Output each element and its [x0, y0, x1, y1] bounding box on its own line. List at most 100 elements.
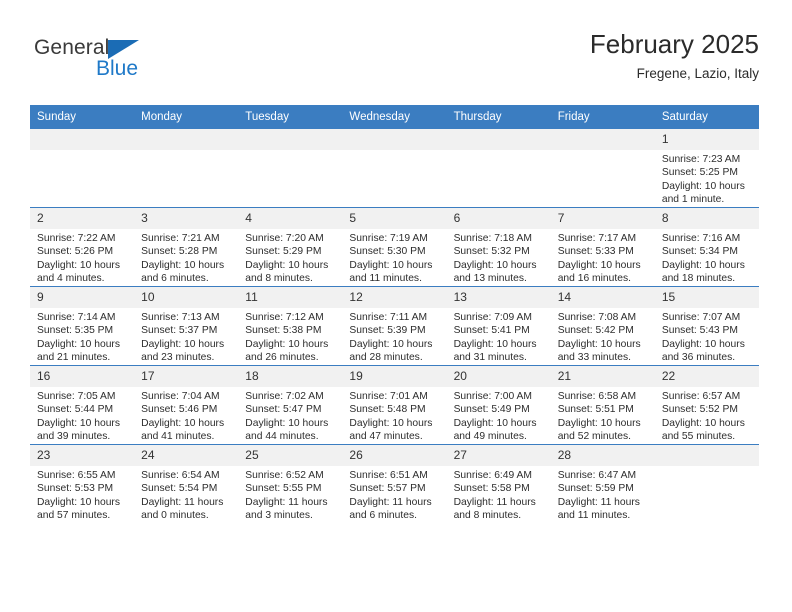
day-detail-sunrise: Sunrise: 7:20 AM	[245, 233, 324, 244]
calendar-day-cell[interactable]: 28 Sunrise: 6:47 AM Sunset: 5:59 PM Dayligh…	[550, 444, 655, 523]
day-number: 16	[30, 366, 135, 387]
day-number: 20	[446, 366, 551, 387]
day-number	[446, 129, 551, 150]
day-detail-sunset: Sunset: 5:43 PM	[661, 325, 738, 337]
day-detail-sunrise: Sunrise: 7:14 AM	[37, 312, 116, 323]
calendar-day-cell[interactable]: 17 Sunrise: 7:04 AM Sunset: 5:46 PM Dayligh…	[134, 365, 239, 445]
day-detail-sunset: Sunset: 5:52 PM	[661, 404, 738, 416]
day-detail-sunset: Sunset: 5:33 PM	[557, 246, 634, 258]
calendar-day-cell[interactable]: 22 Sunrise: 6:57 AM Sunset: 5:52 PM Dayligh…	[654, 365, 759, 445]
day-detail-daylight2: and 16 minutes.	[557, 273, 631, 285]
day-details: Sunrise: 6:49 AM Sunset: 5:58 PM Daylight:…	[447, 466, 551, 523]
day-detail-sunset: Sunset: 5:37 PM	[141, 325, 218, 337]
calendar-week-row: 16 Sunrise: 7:05 AM Sunset: 5:44 PM Dayligh…	[30, 365, 759, 445]
day-details: Sunrise: 6:47 AM Sunset: 5:59 PM Daylight:…	[551, 466, 655, 523]
day-detail-daylight2: and 8 minutes.	[453, 510, 522, 522]
calendar-day-cell[interactable]: 1 Sunrise: 7:23 AM Sunset: 5:25 PM Daylight…	[654, 128, 759, 208]
day-detail-daylight1: Daylight: 10 hours	[245, 338, 329, 350]
day-detail-sunset: Sunset: 5:39 PM	[349, 325, 426, 337]
day-details: Sunrise: 7:02 AM Sunset: 5:47 PM Daylight:…	[238, 387, 342, 444]
day-detail-sunset: Sunset: 5:35 PM	[37, 325, 114, 337]
calendar-day-cell[interactable]: 7 Sunrise: 7:17 AM Sunset: 5:33 PM Daylight…	[550, 207, 655, 287]
day-number: 1	[654, 129, 759, 150]
day-detail-sunrise: Sunrise: 7:22 AM	[37, 233, 116, 244]
calendar-day-cell[interactable]: 19 Sunrise: 7:01 AM Sunset: 5:48 PM Dayligh…	[342, 365, 447, 445]
day-detail-sunrise: Sunrise: 6:54 AM	[141, 470, 220, 481]
day-number: 19	[342, 366, 447, 387]
calendar-day-cell[interactable]: 10 Sunrise: 7:13 AM Sunset: 5:37 PM Dayligh…	[134, 286, 239, 366]
day-number: 7	[550, 208, 655, 229]
day-detail-sunset: Sunset: 5:55 PM	[245, 483, 322, 495]
day-details: Sunrise: 7:17 AM Sunset: 5:33 PM Daylight:…	[551, 229, 655, 286]
day-detail-daylight2: and 11 minutes.	[349, 273, 422, 285]
day-number: 3	[134, 208, 239, 229]
day-detail-sunrise: Sunrise: 7:09 AM	[453, 312, 532, 323]
day-details: Sunrise: 7:00 AM Sunset: 5:49 PM Daylight:…	[447, 387, 551, 444]
calendar-day-cell[interactable]: 24 Sunrise: 6:54 AM Sunset: 5:54 PM Dayligh…	[134, 444, 239, 523]
calendar-day-cell[interactable]: 26 Sunrise: 6:51 AM Sunset: 5:57 PM Dayligh…	[342, 444, 447, 523]
page-subtitle: Fregene, Lazio, Italy	[636, 66, 759, 81]
day-detail-sunrise: Sunrise: 6:58 AM	[557, 391, 637, 402]
day-detail-daylight1: Daylight: 10 hours	[37, 259, 120, 271]
day-number: 2	[30, 208, 135, 229]
calendar-day-cell[interactable]: 4 Sunrise: 7:20 AM Sunset: 5:29 PM Daylight…	[238, 207, 343, 287]
day-detail-sunset: Sunset: 5:48 PM	[349, 404, 426, 416]
calendar-day-cell[interactable]: 21 Sunrise: 6:58 AM Sunset: 5:51 PM Dayligh…	[550, 365, 655, 445]
calendar-day-cell[interactable]: 3 Sunrise: 7:21 AM Sunset: 5:28 PM Daylight…	[134, 207, 239, 287]
weekday-header-tuesday: Tuesday	[238, 105, 343, 129]
day-detail-sunset: Sunset: 5:53 PM	[37, 483, 114, 495]
day-detail-daylight1: Daylight: 10 hours	[661, 338, 745, 350]
calendar-day-cell[interactable]: 15 Sunrise: 7:07 AM Sunset: 5:43 PM Dayligh…	[654, 286, 759, 366]
day-detail-daylight1: Daylight: 11 hours	[557, 496, 640, 508]
day-number: 13	[446, 287, 551, 308]
day-detail-daylight2: and 1 minute.	[661, 194, 725, 206]
day-detail-daylight1: Daylight: 11 hours	[245, 496, 328, 508]
calendar-header-row: Sunday Monday Tuesday Wednesday Thursday…	[30, 105, 759, 129]
calendar-day-cell[interactable]: 8 Sunrise: 7:16 AM Sunset: 5:34 PM Daylight…	[654, 207, 759, 287]
day-detail-daylight2: and 4 minutes.	[37, 273, 105, 285]
calendar-day-cell[interactable]: 27 Sunrise: 6:49 AM Sunset: 5:58 PM Dayligh…	[446, 444, 551, 523]
day-details: Sunrise: 6:58 AM Sunset: 5:51 PM Daylight:…	[551, 387, 655, 444]
day-detail-daylight1: Daylight: 10 hours	[453, 417, 537, 429]
day-detail-sunrise: Sunrise: 7:17 AM	[557, 233, 637, 244]
calendar-day-cell[interactable]: 2 Sunrise: 7:22 AM Sunset: 5:26 PM Daylight…	[30, 207, 135, 287]
calendar-day-cell[interactable]: 12 Sunrise: 7:11 AM Sunset: 5:39 PM Dayligh…	[342, 286, 447, 366]
calendar-day-cell[interactable]: 25 Sunrise: 6:52 AM Sunset: 5:55 PM Dayligh…	[238, 444, 343, 523]
calendar-day-cell[interactable]: 5 Sunrise: 7:19 AM Sunset: 5:30 PM Daylight…	[342, 207, 447, 287]
day-detail-sunrise: Sunrise: 7:13 AM	[141, 312, 220, 323]
weekday-header-thursday: Thursday	[446, 105, 551, 129]
calendar-day-cell[interactable]: 11 Sunrise: 7:12 AM Sunset: 5:38 PM Dayligh…	[238, 286, 343, 366]
day-detail-daylight1: Daylight: 10 hours	[37, 338, 120, 350]
day-details: Sunrise: 7:13 AM Sunset: 5:37 PM Daylight:…	[134, 308, 238, 365]
day-number: 11	[238, 287, 343, 308]
day-detail-sunset: Sunset: 5:38 PM	[245, 325, 322, 337]
calendar-day-cell[interactable]: 14 Sunrise: 7:08 AM Sunset: 5:42 PM Dayligh…	[550, 286, 655, 366]
day-number: 22	[654, 366, 759, 387]
calendar-day-cell[interactable]: 20 Sunrise: 7:00 AM Sunset: 5:49 PM Dayligh…	[446, 365, 551, 445]
day-detail-sunset: Sunset: 5:47 PM	[245, 404, 322, 416]
day-detail-daylight1: Daylight: 11 hours	[453, 496, 536, 508]
day-details: Sunrise: 7:16 AM Sunset: 5:34 PM Daylight:…	[655, 229, 759, 286]
day-detail-sunset: Sunset: 5:30 PM	[349, 246, 426, 258]
day-detail-sunrise: Sunrise: 7:18 AM	[453, 233, 532, 244]
day-detail-daylight1: Daylight: 10 hours	[557, 417, 641, 429]
day-detail-sunrise: Sunrise: 7:23 AM	[661, 154, 741, 165]
day-detail-sunset: Sunset: 5:41 PM	[453, 325, 530, 337]
day-number: 14	[550, 287, 655, 308]
calendar-day-cell[interactable]: 6 Sunrise: 7:18 AM Sunset: 5:32 PM Daylight…	[446, 207, 551, 287]
day-detail-sunrise: Sunrise: 7:11 AM	[349, 312, 428, 323]
day-detail-sunset: Sunset: 5:25 PM	[661, 167, 738, 179]
calendar-page: General Blue February 2025 Fregene, Lazi…	[0, 0, 792, 612]
calendar-day-cell[interactable]: 23 Sunrise: 6:55 AM Sunset: 5:53 PM Dayligh…	[30, 444, 135, 523]
calendar-empty-cell	[550, 128, 655, 208]
calendar-day-cell[interactable]: 16 Sunrise: 7:05 AM Sunset: 5:44 PM Dayligh…	[30, 365, 135, 445]
day-detail-daylight2: and 28 minutes.	[349, 352, 423, 364]
day-detail-sunset: Sunset: 5:34 PM	[661, 246, 738, 258]
calendar-day-cell[interactable]: 9 Sunrise: 7:14 AM Sunset: 5:35 PM Daylight…	[30, 286, 135, 366]
calendar-day-cell[interactable]: 18 Sunrise: 7:02 AM Sunset: 5:47 PM Dayligh…	[238, 365, 343, 445]
day-number: 6	[446, 208, 551, 229]
day-detail-sunrise: Sunrise: 7:05 AM	[37, 391, 116, 402]
calendar-day-cell[interactable]: 13 Sunrise: 7:09 AM Sunset: 5:41 PM Dayligh…	[446, 286, 551, 366]
day-details: Sunrise: 7:11 AM Sunset: 5:39 PM Daylight:…	[342, 308, 446, 365]
weekday-header-sunday: Sunday	[30, 105, 135, 129]
